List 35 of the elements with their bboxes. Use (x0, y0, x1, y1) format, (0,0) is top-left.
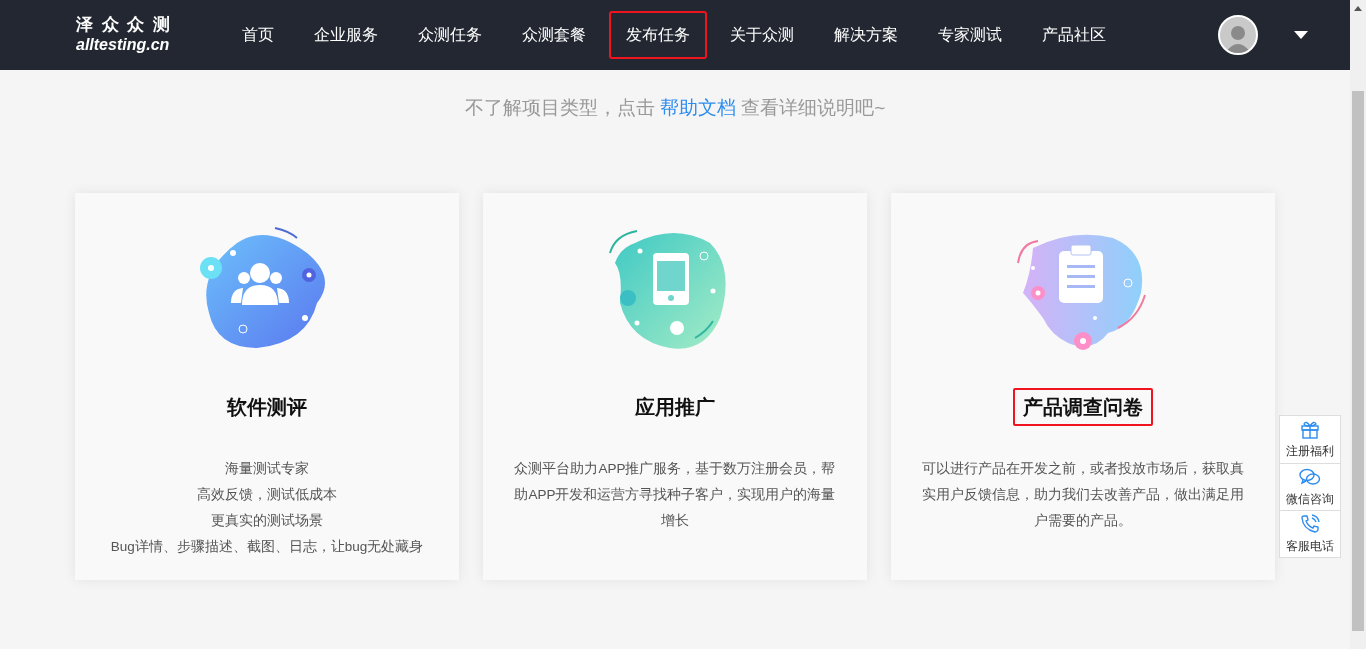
gift-icon (1300, 419, 1320, 439)
scrollbar-thumb[interactable] (1352, 91, 1364, 631)
side-contact-button[interactable]: 微信咨询 (1280, 463, 1340, 510)
nav-link[interactable]: 解决方案 (817, 11, 915, 59)
card-description: 可以进行产品在开发之前，或者投放市场后，获取真实用户反馈信息，助力我们去改善产品，做出满足用户需要的产品。 (921, 459, 1245, 530)
phone-icon (1300, 513, 1320, 534)
logo-domain[interactable]: alltesting.cn (76, 35, 225, 55)
nav-link[interactable]: 众测套餐 (505, 11, 603, 59)
logo-title[interactable]: 泽 众 众 测 (76, 15, 225, 35)
card-description: Bug详情、步骤描述、截图、日志，让bug无处藏身 (110, 537, 424, 556)
card-description: 众测平台助力APP推广服务，基于数万注册会员，帮助APP开发和运营方寻找种子客户，实现用户的海量增长 (513, 459, 837, 530)
service-card[interactable]: 软件测评 海量测试专家 高效反馈，测试低成本 更真实的测试场景 Bug详情、步骤描述、截图、日志，让bug无处藏身 (75, 192, 459, 580)
nav-link[interactable]: 发布任务 (609, 11, 707, 59)
card-description: 海量测试专家 (225, 459, 309, 478)
card-description: 更真实的测试场景 (211, 511, 323, 530)
card-description: 高效反馈，测试低成本 (197, 485, 337, 504)
scrollbar[interactable] (1350, 0, 1366, 649)
card-title: 软件测评 (225, 394, 308, 420)
card-title: 产品调查问卷 (1013, 387, 1153, 426)
card-title: 应用推广 (634, 394, 716, 420)
nav-link[interactable]: 首页 (225, 11, 291, 59)
nav-link[interactable]: 专家测试 (921, 11, 1019, 59)
nav-link[interactable]: 产品社区 (1025, 11, 1123, 59)
side-contact-button[interactable]: 注册福利 (1280, 416, 1340, 463)
scroll-up-arrow-icon[interactable] (1354, 6, 1362, 11)
service-card[interactable]: 应用推广 众测平台助力APP推广服务，基于数万注册会员，帮助APP开发和运营方寻找种子客户，实现用户的海量增长 (483, 192, 867, 580)
nav-link[interactable]: 众测任务 (401, 11, 499, 59)
chat-bubbles-icon (1299, 466, 1321, 487)
help-hint-text: 不了解项目类型，点击 帮助文档 查看详细说明吧~ (464, 96, 886, 120)
nav-link[interactable]: 关于众测 (713, 11, 811, 59)
nav-link[interactable]: 企业服务 (297, 11, 395, 59)
side-contact-button[interactable]: 客服电话 (1280, 510, 1340, 557)
avatar[interactable] (1218, 15, 1258, 55)
caret-icon[interactable] (1294, 31, 1308, 39)
service-card[interactable]: 产品调查问卷 可以进行产品在开发之前，或者投放市场后，获取真实用户反馈信息，助力我们去改善产品，做出满足用户需要的产品。 (891, 192, 1275, 580)
